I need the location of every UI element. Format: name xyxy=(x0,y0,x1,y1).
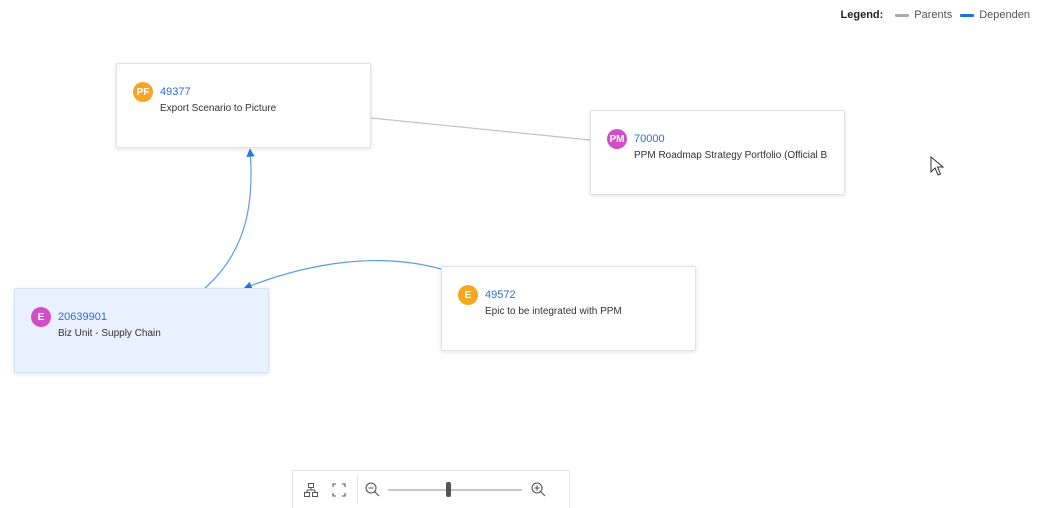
node-type-badge: E xyxy=(458,285,478,305)
node-49572[interactable]: E 49572 Epic to be integrated with PPM xyxy=(441,266,696,351)
node-id-link[interactable]: 20639901 xyxy=(58,311,107,323)
zoom-out-icon xyxy=(364,482,379,497)
toolbar-divider xyxy=(357,475,358,504)
node-49377[interactable]: PF 49377 Export Scenario to Picture xyxy=(116,63,371,148)
node-type-badge: E xyxy=(31,307,51,327)
node-id-link[interactable]: 49572 xyxy=(485,289,516,301)
zoom-out-button[interactable] xyxy=(362,476,382,504)
zoom-in-button[interactable] xyxy=(528,476,548,504)
node-title: Biz Unit - Supply Chain xyxy=(58,328,161,339)
fit-screen-icon xyxy=(332,482,346,497)
node-type-badge: PM xyxy=(607,129,627,149)
node-id-link[interactable]: 49377 xyxy=(160,86,191,98)
zoom-slider-track xyxy=(388,488,522,491)
fit-to-screen-button[interactable] xyxy=(325,476,353,504)
node-title: PPM Roadmap Strategy Portfolio (Official… xyxy=(634,150,828,161)
zoom-in-icon xyxy=(530,482,545,497)
mouse-cursor-icon xyxy=(930,156,944,176)
node-20639901[interactable]: E 20639901 Biz Unit - Supply Chain xyxy=(14,288,269,373)
auto-layout-button[interactable] xyxy=(297,476,325,504)
hierarchy-icon xyxy=(304,482,318,497)
node-id-link[interactable]: 70000 xyxy=(634,133,665,145)
zoom-slider-thumb[interactable] xyxy=(446,481,452,497)
node-title: Epic to be integrated with PPM xyxy=(485,306,622,317)
node-70000[interactable]: PM 70000 PPM Roadmap Strategy Portfolio … xyxy=(590,110,845,195)
edge-parent-49377-70000 xyxy=(370,117,591,141)
graph-toolbar xyxy=(292,470,570,508)
node-title: Export Scenario to Picture xyxy=(160,103,277,114)
edge-dependency-20639901-49377 xyxy=(204,148,255,289)
node-type-badge: PF xyxy=(133,82,153,102)
edge-dependency-49572-20639901 xyxy=(243,259,442,290)
zoom-slider[interactable] xyxy=(388,481,522,498)
